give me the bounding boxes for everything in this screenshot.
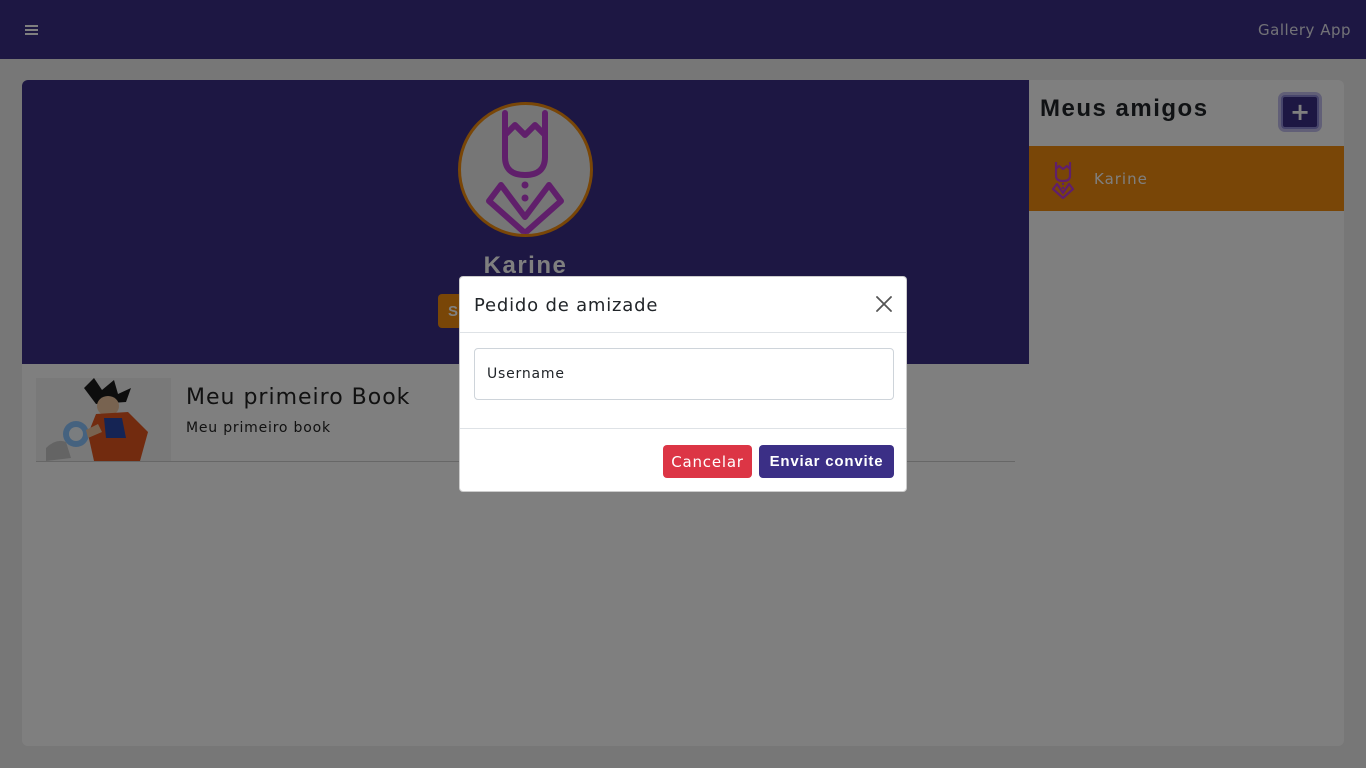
close-icon[interactable] (874, 294, 894, 314)
cancel-button[interactable]: Cancelar (663, 445, 752, 478)
modal-title: Pedido de amizade (474, 295, 659, 316)
username-input[interactable] (474, 348, 894, 400)
modal-footer: Cancelar Enviar convite (460, 430, 906, 492)
friend-request-modal: Pedido de amizade Cancelar Enviar convit… (459, 276, 907, 492)
send-invite-button[interactable]: Enviar convite (759, 445, 894, 478)
modal-body (460, 334, 906, 429)
modal-header: Pedido de amizade (460, 277, 906, 333)
